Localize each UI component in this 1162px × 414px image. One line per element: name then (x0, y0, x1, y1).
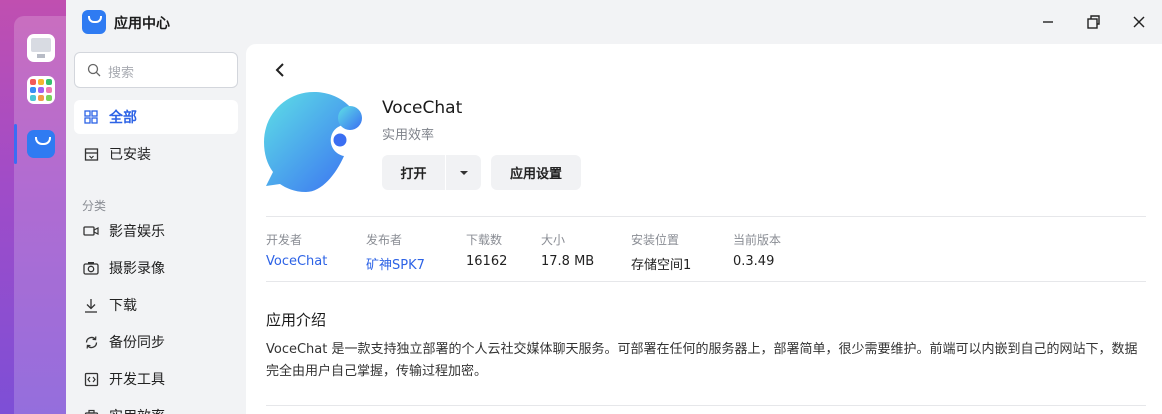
intro-heading: 应用介绍 (266, 311, 327, 329)
search-icon (87, 63, 101, 77)
info-key: 安装位置 (631, 233, 680, 247)
title-bar: 应用中心 (66, 0, 1162, 44)
grid-icon (83, 109, 99, 125)
info-key: 大小 (541, 233, 566, 247)
camera-icon (83, 260, 99, 276)
info-downloads: 下载数 16162 (466, 231, 507, 269)
info-key: 发布者 (366, 233, 403, 247)
sidebar-item-label: 已安装 (109, 147, 151, 163)
search-placeholder: 搜索 (108, 66, 135, 81)
sidebar-item-download[interactable]: 下载 (74, 288, 238, 322)
info-publisher: 发布者 矿神SPK7 (366, 231, 425, 273)
divider (266, 281, 1146, 282)
info-developer: 开发者 VoceChat (266, 231, 327, 269)
open-button[interactable]: 打开 (382, 155, 445, 190)
window-title: 应用中心 (114, 16, 170, 32)
app-store-icon[interactable] (27, 130, 55, 158)
close-icon (1133, 16, 1145, 28)
divider (266, 216, 1146, 217)
size-value: 17.8 MB (541, 254, 595, 269)
sync-icon (83, 334, 99, 350)
caret-down-icon (459, 170, 468, 175)
app-category: 实用效率 (382, 128, 435, 143)
minimize-button[interactable] (1036, 10, 1060, 34)
app-detail-panel: VoceChat 实用效率 打开 应用设置 开发者 VoceChat 发布者 矿… (246, 44, 1162, 414)
install-location-value: 存储空间1 (631, 258, 692, 273)
intro-text: VoceChat 是一款支持独立部署的个人云社交媒体聊天服务。可部署在任何的服务… (266, 342, 1138, 379)
publisher-link[interactable]: 矿神SPK7 (366, 254, 425, 273)
chevron-left-icon (275, 63, 284, 77)
vocechat-app-icon (264, 92, 362, 192)
open-dropdown-button[interactable] (446, 155, 481, 190)
sidebar-item-label: 影音娱乐 (109, 224, 165, 240)
info-key: 当前版本 (733, 233, 782, 247)
sidebar-item-label: 实用效率 (109, 406, 165, 414)
sidebar-item-backup[interactable]: 备份同步 (74, 325, 238, 359)
info-size: 大小 17.8 MB (541, 231, 594, 269)
open-button-label: 打开 (400, 167, 427, 182)
desktop-monitor-icon[interactable] (27, 34, 55, 62)
info-key: 下载数 (466, 233, 503, 247)
search-input[interactable]: 搜索 (74, 52, 238, 88)
sidebar-item-media[interactable]: 影音娱乐 (74, 214, 238, 248)
info-key: 开发者 (266, 233, 303, 247)
sidebar-item-label: 下载 (109, 298, 137, 314)
app-launcher-icon[interactable] (27, 76, 55, 104)
sidebar-item-label: 备份同步 (109, 335, 165, 351)
maximize-button[interactable] (1081, 10, 1105, 34)
sidebar-item-all[interactable]: 全部 (74, 100, 238, 134)
tools-icon (83, 408, 99, 414)
restore-icon (1087, 15, 1100, 29)
downloads-value: 16162 (466, 254, 508, 269)
code-icon (83, 371, 99, 387)
sidebar-item-devtools[interactable]: 开发工具 (74, 362, 238, 396)
divider (266, 405, 1146, 406)
sidebar-item-label: 开发工具 (109, 372, 165, 388)
version-value: 0.3.49 (733, 254, 775, 269)
desktop-dock (0, 0, 66, 414)
app-settings-button[interactable]: 应用设置 (491, 155, 581, 190)
sidebar-item-utility[interactable]: 实用效率 (74, 399, 238, 414)
app-settings-label: 应用设置 (509, 167, 562, 182)
close-button[interactable] (1127, 10, 1151, 34)
sidebar: 搜索 全部 已安装 分类 影音娱乐 摄影录像 下载 备份同步 开发工具 (66, 44, 246, 414)
video-camera-icon (83, 223, 99, 239)
sidebar-item-photo[interactable]: 摄影录像 (74, 251, 238, 285)
info-install-location: 安装位置 存储空间1 (631, 231, 691, 273)
category-section-label: 分类 (82, 199, 107, 213)
dock-active-indicator (14, 124, 17, 164)
developer-link[interactable]: VoceChat (266, 254, 327, 269)
sidebar-item-label: 全部 (109, 110, 137, 126)
sidebar-item-label: 摄影录像 (109, 261, 165, 277)
sidebar-item-installed[interactable]: 已安装 (74, 137, 238, 171)
minimize-icon (1043, 21, 1053, 23)
app-name: VoceChat (382, 98, 463, 118)
download-icon (83, 297, 99, 313)
app-store-logo-icon (82, 10, 106, 34)
installed-box-icon (83, 146, 99, 162)
info-version: 当前版本 0.3.49 (733, 231, 781, 269)
back-button[interactable] (270, 60, 290, 80)
app-center-window: 应用中心 搜索 全部 已安装 分类 影音娱乐 摄影录像 下载 备份同步 开发工具… (66, 0, 1162, 414)
